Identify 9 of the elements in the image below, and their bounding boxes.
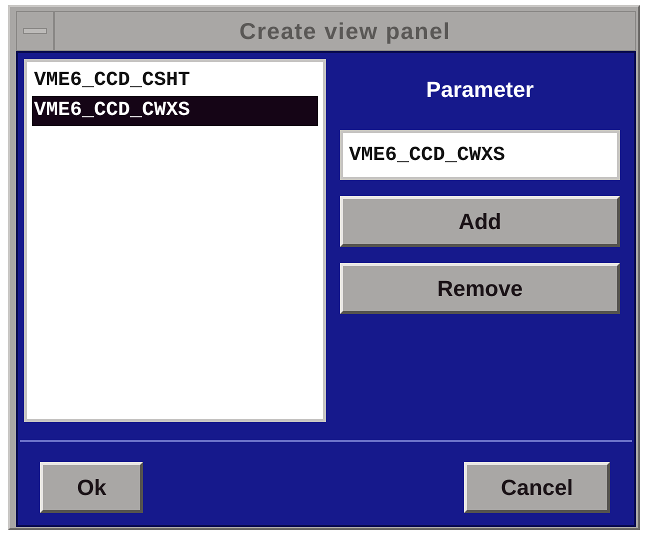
dialog-button[interactable]: Cancel <box>464 462 610 513</box>
action-button[interactable]: Remove <box>340 263 620 314</box>
list-item[interactable]: VME6_CCD_CSHT <box>32 66 318 96</box>
dialog-button[interactable]: Ok <box>40 462 144 513</box>
action-button[interactable]: Add <box>340 196 620 247</box>
parameter-field[interactable]: VME6_CCD_CWXS <box>340 130 620 180</box>
list-item[interactable]: VME6_CCD_CWXS <box>32 96 318 126</box>
window-title: Create view panel <box>238 16 452 46</box>
parameter-label: Parameter <box>425 76 535 104</box>
